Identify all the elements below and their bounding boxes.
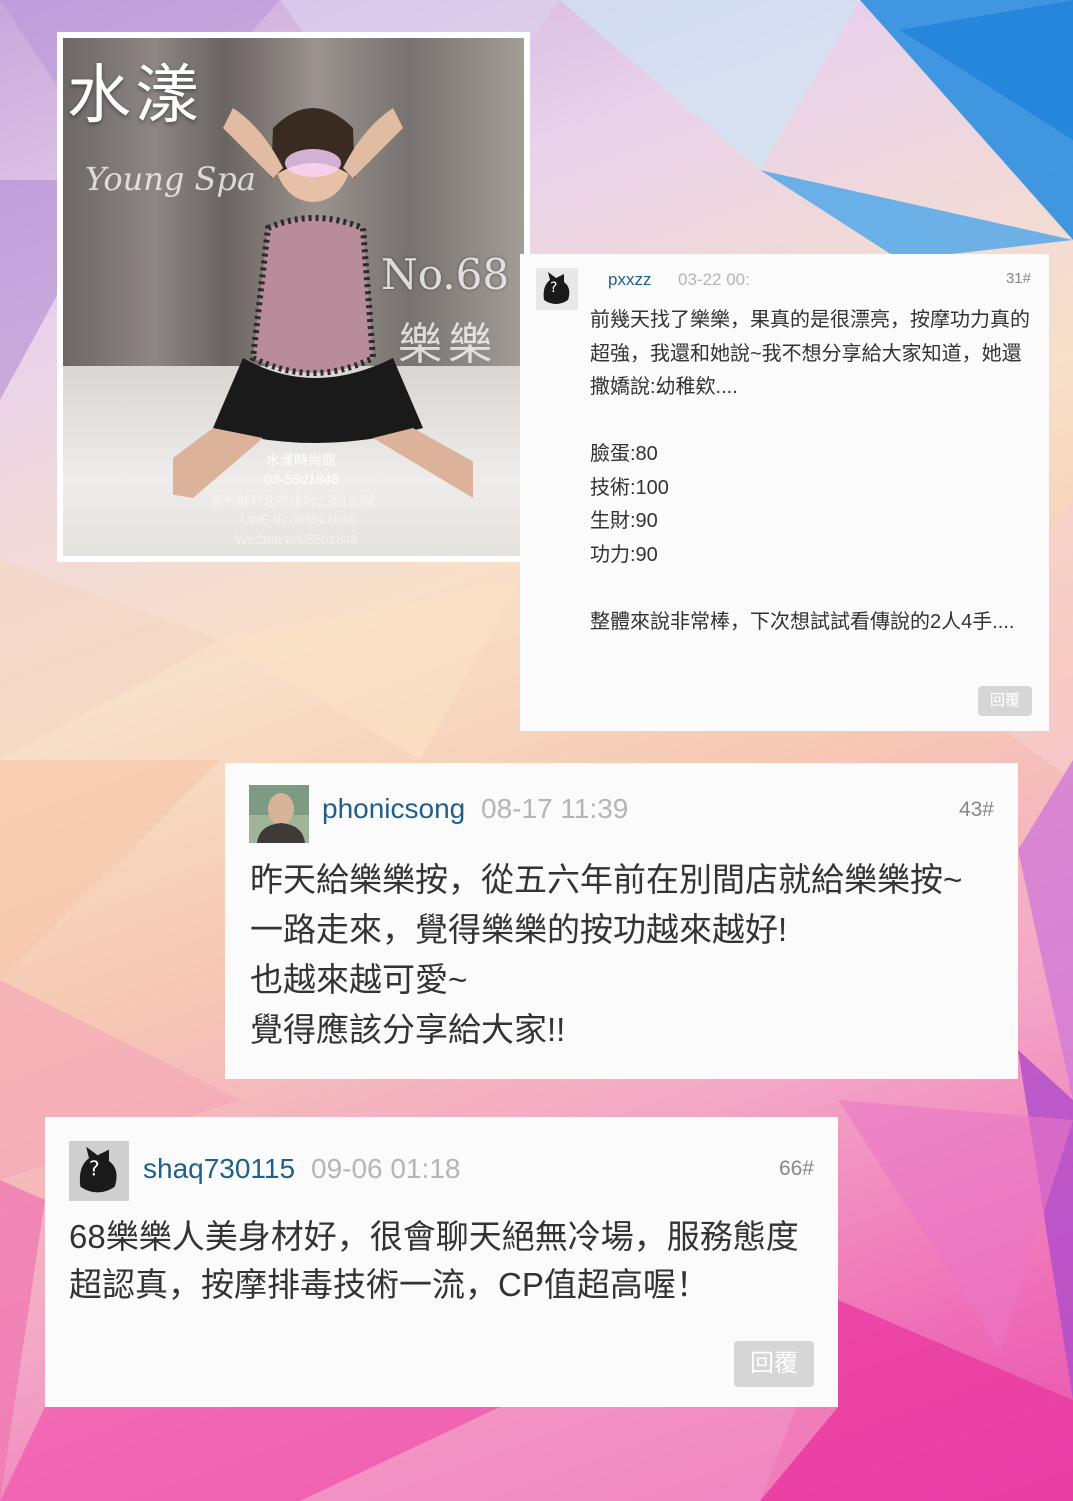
username[interactable]: pxxzz — [608, 270, 651, 290]
comment-body: 前幾天找了樂樂，果真的是很漂亮，按摩功力真的超強，我還和她說~我不想分享給大家知… — [590, 309, 1030, 633]
shop-phone: 03-5501848 — [264, 471, 339, 487]
svg-text:?: ? — [550, 280, 557, 296]
black-cat-avatar-icon[interactable]: ? — [69, 1141, 129, 1201]
model-name: 樂樂 — [398, 319, 498, 370]
advertisement-photo: 水漾 Young Spa No.68 樂樂 水漾時尚館 03-5501848 新… — [57, 32, 530, 562]
post-timestamp: 08-17 11:39 — [481, 793, 629, 824]
shop-wechat-id: WeChat:a035501848 — [235, 532, 358, 547]
comment-card: phonicsong 08-17 11:39 43# 昨天給樂樂按，從五六年前在… — [225, 763, 1018, 1079]
reply-button[interactable]: 回覆 — [978, 686, 1032, 716]
floor-number: 66# — [778, 1157, 814, 1180]
brand-chinese-name: 水漾 — [67, 59, 203, 133]
shop-line-id: LINE ID:035501848 — [241, 512, 356, 527]
username[interactable]: shaq730115 — [143, 1153, 295, 1185]
comment-card: ? pxxzz 03-22 00: 31# 前幾天找了樂樂，果真的是很漂亮，按摩… — [520, 254, 1049, 731]
svg-text:?: ? — [89, 1156, 100, 1180]
brand-english-name: Young Spa — [85, 160, 256, 198]
comment-body: 昨天給樂樂按，從五六年前在別間店就給樂樂按~ 一路走來，覺得樂樂的按功越來越好!… — [250, 861, 963, 1048]
post-timestamp: 09-06 01:18 — [311, 1153, 461, 1184]
username[interactable]: phonicsong — [322, 793, 465, 825]
floor-number: 43# — [958, 798, 994, 821]
shop-address: 新竹縣竹北市成功二街192號 — [211, 494, 376, 509]
comment-card: ? shaq730115 09-06 01:18 66# 68樂樂人美身材好，很… — [45, 1117, 838, 1407]
comment-body: 68樂樂人美身材好，很會聊天絕無冷場，服務態度超認真，按摩排毒技術一流，CP值超… — [69, 1218, 799, 1303]
post-timestamp: 03-22 00: — [678, 270, 750, 289]
black-cat-avatar-icon[interactable]: ? — [536, 268, 578, 310]
shop-name: 水漾時尚館 — [266, 452, 336, 468]
floor-number: 31# — [1005, 270, 1031, 287]
monk-avatar-icon[interactable] — [249, 785, 309, 843]
photo-image: 水漾 Young Spa No.68 樂樂 水漾時尚館 03-5501848 新… — [63, 38, 524, 556]
reply-button[interactable]: 回覆 — [734, 1341, 814, 1387]
model-number: No.68 — [381, 250, 510, 299]
